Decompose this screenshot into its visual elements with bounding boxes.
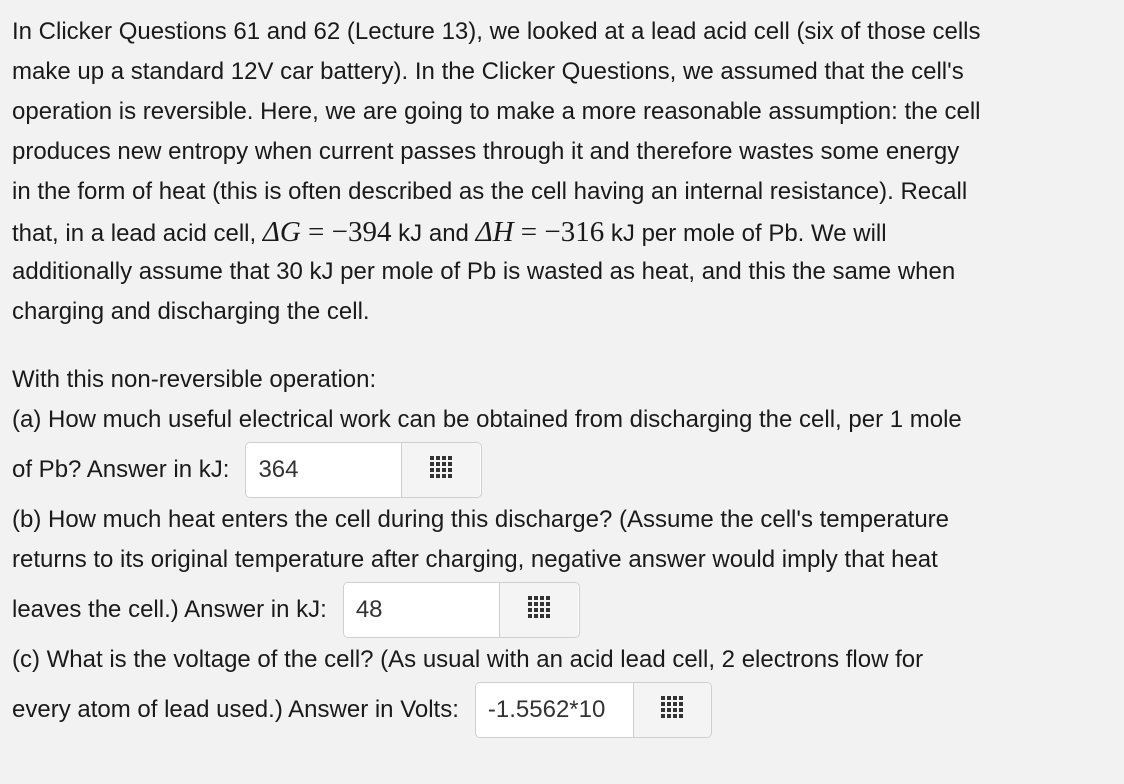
intro-line: operation is reversible. Here, we are go… [12,98,981,125]
grid-palette-icon [661,695,684,725]
problem-intro: In Clicker Questions 61 and 62 (Lecture … [12,12,1124,332]
question-b-text: returns to its original temperature afte… [12,546,938,573]
intro-text: that, in a lead acid cell, [12,220,263,247]
delta-g-equation: ΔG = −394 [263,216,392,248]
grid-palette-icon [527,595,550,625]
question-b-text: (b) How much heat enters the cell during… [12,506,950,533]
intro-line-equations: that, in a lead acid cell, ΔG = −394 kJ … [12,212,1124,252]
question-c-label: every atom of lead used.) Answer in Volt… [12,696,459,723]
question-c-palette-button[interactable] [633,683,711,737]
question-a-input-group [245,442,483,498]
delta-h-symbol: ΔH [475,216,514,248]
intro-line: additionally assume that 30 kJ per mole … [12,258,956,285]
intro-text: kJ per mole of Pb. We will [604,220,887,247]
intro-line: make up a standard 12V car battery). In … [12,58,964,85]
intro-line: charging and discharging the cell. [12,298,370,325]
question-a-palette-button[interactable] [402,443,481,497]
intro-text: kJ and [391,220,476,247]
problem-content: In Clicker Questions 61 and 62 (Lecture … [0,0,1124,784]
question-b-answer-row: leaves the cell.) Answer in kJ: [12,580,580,640]
question-a-answer-row: of Pb? Answer in kJ: [12,440,483,500]
delta-h-equation: ΔH = −316 [476,216,605,248]
delta-g-symbol: ΔG [262,216,301,248]
delta-g-value: = −394 [300,216,392,248]
question-b-input-group [342,582,580,638]
question-c-text: (c) What is the voltage of the cell? (As… [12,646,924,673]
intro-line: In Clicker Questions 61 and 62 (Lecture … [12,18,981,45]
lead-in-text: With this non-reversible operation: [12,366,377,393]
question-c-answer-row: every atom of lead used.) Answer in Volt… [12,680,712,740]
question-a-label: of Pb? Answer in kJ: [12,456,230,483]
question-b-palette-button[interactable] [499,583,578,637]
grid-palette-icon [430,455,453,485]
question-b-answer-input[interactable] [343,583,500,637]
question-a-text: (a) How much useful electrical work can … [12,406,962,433]
intro-line: produces new entropy when current passes… [12,138,960,165]
intro-line: in the form of heat (this is often descr… [12,178,968,205]
question-b-label: leaves the cell.) Answer in kJ: [12,596,327,623]
delta-h-value: = −316 [513,216,605,248]
question-c-answer-input[interactable] [475,683,634,737]
question-c-input-group [474,682,712,738]
question-a-answer-input[interactable] [246,443,403,497]
